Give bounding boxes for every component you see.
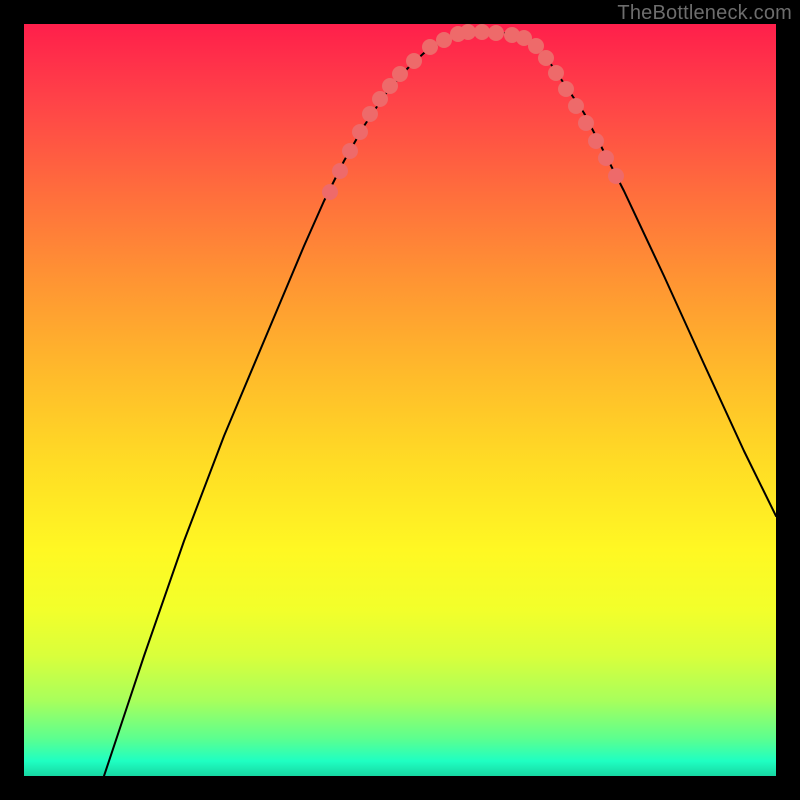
plot-area bbox=[24, 24, 776, 776]
watermark-text: TheBottleneck.com bbox=[617, 2, 792, 25]
curve-marker bbox=[372, 91, 388, 107]
curve-marker bbox=[352, 124, 368, 140]
curve-marker bbox=[332, 163, 348, 179]
curve-marker bbox=[406, 53, 422, 69]
curve-marker bbox=[392, 66, 408, 82]
curve-marker bbox=[598, 150, 614, 166]
curve-marker bbox=[362, 106, 378, 122]
curve-marker bbox=[578, 115, 594, 131]
chart-svg-layer bbox=[24, 24, 776, 776]
bottleneck-curve bbox=[104, 32, 776, 776]
curve-marker bbox=[538, 50, 554, 66]
curve-marker bbox=[460, 24, 476, 40]
curve-marker bbox=[342, 143, 358, 159]
curve-marker bbox=[608, 168, 624, 184]
curve-marker bbox=[488, 25, 504, 41]
curve-marker bbox=[436, 32, 452, 48]
curve-marker bbox=[588, 133, 604, 149]
curve-marker bbox=[558, 81, 574, 97]
curve-marker bbox=[548, 65, 564, 81]
curve-marker bbox=[422, 39, 438, 55]
curve-markers bbox=[322, 24, 624, 200]
curve-marker bbox=[474, 24, 490, 40]
curve-marker bbox=[568, 98, 584, 114]
curve-marker bbox=[322, 184, 338, 200]
chart-frame: TheBottleneck.com bbox=[0, 0, 800, 800]
